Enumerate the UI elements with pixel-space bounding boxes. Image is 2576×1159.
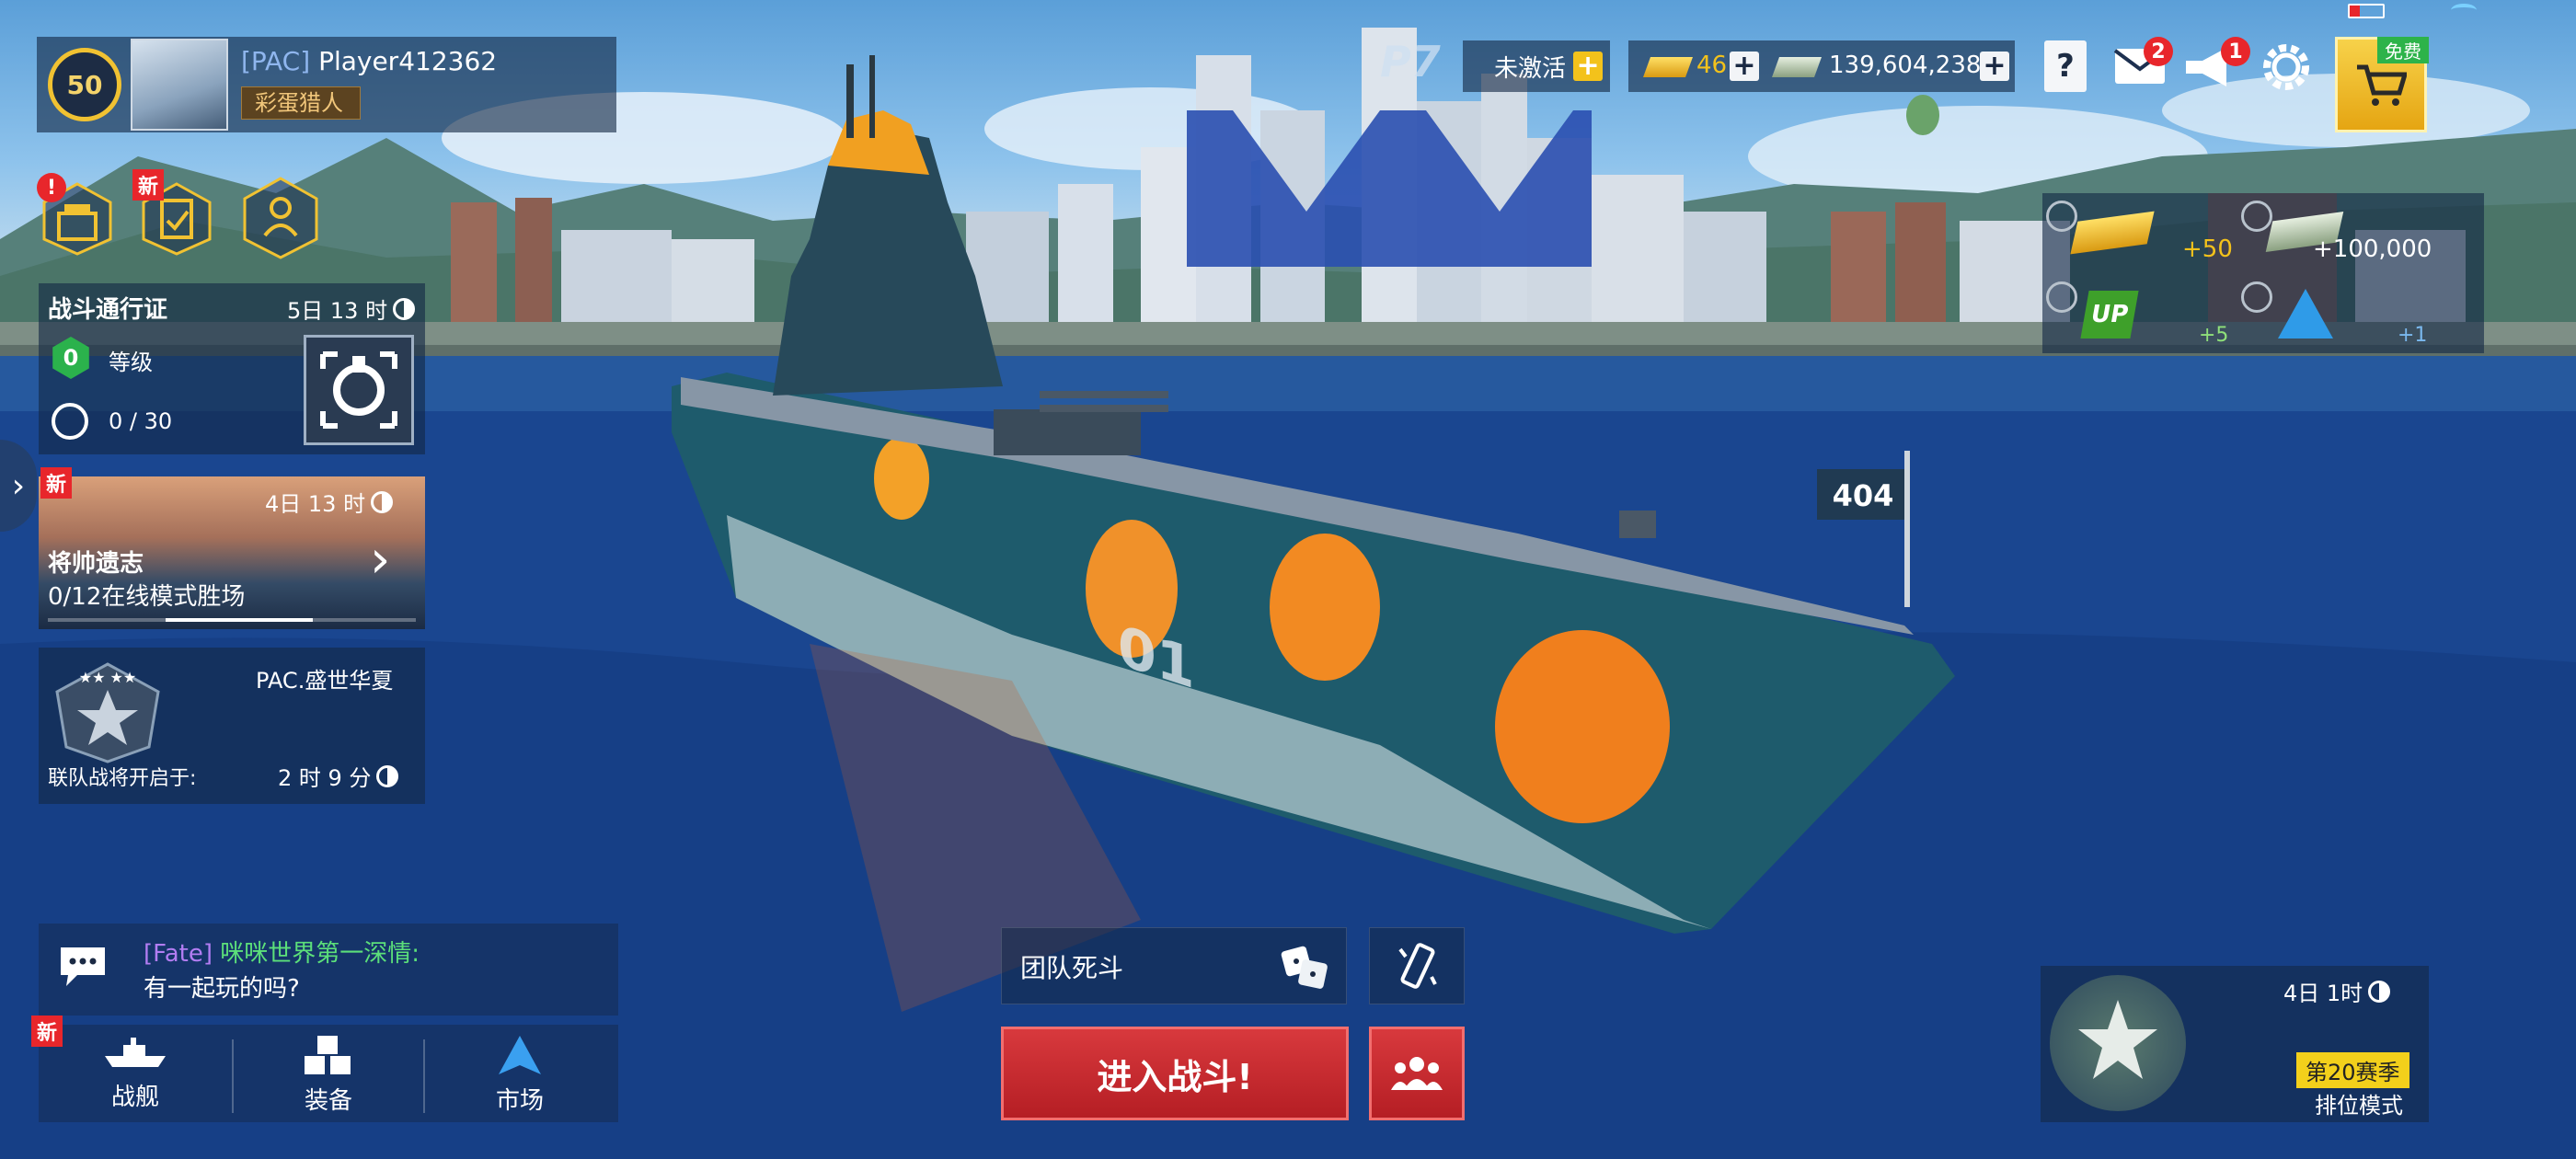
reward-boost-amount: +1 (2398, 324, 2428, 347)
nav-item-warships[interactable]: 战舰 (57, 1034, 213, 1117)
event-card[interactable]: 4日 13 时 将帅遗志 0/12在线模式胜场 › (39, 476, 425, 629)
battery-boost-icon[interactable] (1369, 927, 1465, 1004)
battery-icon (2348, 4, 2385, 18)
pass-progress: 0 / 30 (109, 408, 173, 434)
event-timer-row: 4日 13 时 (265, 486, 394, 518)
clan-name: PAC.盛世华夏 (256, 668, 394, 694)
ranked-timer: 4日 1时 (2283, 981, 2363, 1006)
svg-text:★★ ★★: ★★ ★★ (79, 669, 136, 686)
nav-item-market[interactable]: 市场 (442, 1034, 598, 1117)
chat-bubble-icon[interactable] (57, 944, 109, 990)
nav-divider (423, 1039, 425, 1113)
announcement-badge: 1 (2221, 37, 2250, 66)
commander-icon[interactable] (239, 175, 322, 261)
wifi-icon (2451, 4, 2477, 17)
chat-tag: [Fate] (144, 940, 213, 968)
reward-video-icon[interactable] (2046, 281, 2077, 313)
reward-video-icon[interactable] (2046, 201, 2077, 232)
pass-progress-icon (52, 403, 88, 440)
event-next-arrow-icon[interactable]: › (370, 530, 390, 590)
nav-label-warships: 战舰 (110, 1084, 159, 1111)
flag-text: 404 (1832, 478, 1894, 513)
clock-icon (2368, 980, 2391, 1003)
clan-emblem-icon: ★★ ★★ (48, 655, 167, 765)
equipment-boxes-icon (305, 1036, 351, 1074)
reward-boost-icon[interactable] (2278, 289, 2333, 339)
player-title: 彩蛋猎人 (241, 86, 361, 120)
clan-war-label: 联队战将开启于: (48, 767, 197, 790)
task-new-tag: 新 (132, 169, 165, 201)
ranked-emblem-icon (2050, 975, 2186, 1111)
clan-card[interactable]: ★★ ★★ PAC.盛世华夏 联队战将开启于: 2 时 9 分 (39, 648, 425, 804)
pass-reward-icon[interactable] (304, 335, 414, 445)
reward-video-icon[interactable] (2241, 201, 2272, 232)
clock-icon (393, 297, 416, 320)
help-icon[interactable]: ? (2044, 40, 2087, 92)
gold-plus-button[interactable]: + (1730, 52, 1759, 81)
settings-gear-icon[interactable] (2260, 40, 2313, 94)
silver-plus-button[interactable]: + (1980, 52, 2009, 81)
battle-mode-label: 团队死斗 (1020, 953, 1124, 983)
enter-battle-label: 进入战斗! (1097, 1056, 1253, 1097)
event-title: 将帅遗志 (48, 550, 144, 578)
chat-panel[interactable]: [Fate] 咪咪世界第一深情: 有一起玩的吗? (39, 924, 618, 1016)
nav-label-equipment: 装备 (304, 1087, 352, 1115)
reward-up-icon[interactable]: UP (2080, 291, 2139, 339)
pass-level-hexagon: 0 (52, 337, 89, 379)
reward-gold-amount: +50 (2182, 235, 2233, 263)
nav-divider (232, 1039, 234, 1113)
event-new-tag: 新 (40, 467, 73, 499)
dice-icon[interactable] (1278, 941, 1333, 993)
event-indicator (48, 618, 416, 622)
battle-pass-title: 战斗通行证 (48, 296, 168, 324)
shop-free-tag: 免费 (2377, 37, 2429, 63)
gold-amount: 46 (1696, 52, 1728, 79)
gold-icon (1642, 57, 1694, 77)
chat-user: 咪咪世界第一深情: (220, 940, 420, 968)
team-people-icon (1391, 1057, 1443, 1090)
vip-logo[interactable]: P7 (1380, 37, 1463, 92)
ranked-mode-label: 排位模式 (2315, 1093, 2403, 1119)
battle-mode-selector[interactable]: 团队死斗 (1001, 927, 1347, 1004)
avatar[interactable] (131, 39, 228, 131)
clan-tag: [PAC] (241, 46, 311, 76)
mail-badge: 2 (2144, 37, 2173, 66)
clock-icon (371, 490, 394, 513)
enter-battle-button[interactable]: 进入战斗! (1001, 1027, 1349, 1120)
event-progress: 0/12在线模式胜场 (48, 583, 246, 611)
player-level-badge: 50 (48, 48, 121, 121)
player-panel[interactable]: 50 [PAC] Player412362 彩蛋猎人 (37, 37, 616, 132)
reward-silver-amount: +100,000 (2313, 235, 2432, 263)
pass-level-label: 等级 (109, 350, 153, 375)
silver-icon (1771, 57, 1823, 77)
clan-war-timer: 2 时 9 分 (278, 765, 372, 791)
warship-icon (105, 1038, 166, 1067)
silver-amount: 139,604,238 (1829, 52, 1982, 79)
chat-message: 有一起玩的吗? (144, 975, 300, 1003)
battle-pass-card[interactable]: 战斗通行证 5日 13 时 0 等级 0 / 30 (39, 283, 425, 454)
reward-video-icon[interactable] (2241, 281, 2272, 313)
clock-icon (376, 764, 399, 787)
reward-up-amount: +5 (2199, 324, 2229, 347)
supply-badge: ! (37, 173, 66, 202)
squad-button[interactable] (1369, 1027, 1465, 1120)
nav-item-equipment[interactable]: 装备 (250, 1034, 407, 1117)
market-icon (499, 1036, 541, 1074)
ranked-season: 第20赛季 (2296, 1052, 2409, 1088)
vip-status[interactable]: 未激活 + (1463, 40, 1610, 92)
player-name: Player412362 (318, 46, 498, 76)
nav-label-market: 市场 (495, 1087, 544, 1115)
vip-plus-icon[interactable]: + (1573, 52, 1604, 81)
battle-pass-timer: 5日 13 时 (287, 298, 388, 324)
ranked-mode-card[interactable]: 4日 1时 第20赛季 排位模式 (2041, 966, 2429, 1122)
